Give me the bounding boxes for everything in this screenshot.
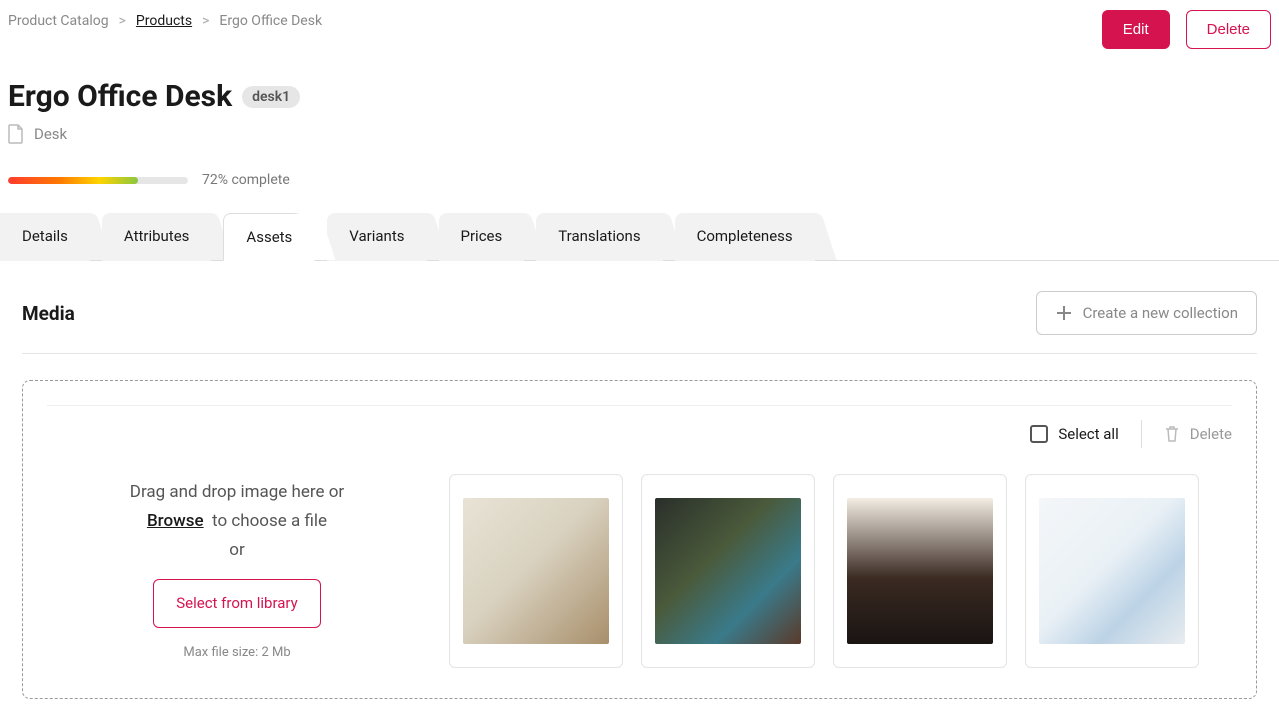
delete-button[interactable]: Delete bbox=[1186, 10, 1271, 49]
media-thumbnail[interactable] bbox=[641, 474, 815, 668]
select-all-toggle[interactable]: Select all bbox=[1030, 425, 1118, 443]
section-title-media: Media bbox=[22, 302, 75, 325]
product-badge: desk1 bbox=[242, 86, 300, 108]
upload-or: or bbox=[67, 536, 407, 565]
create-collection-label: Create a new collection bbox=[1083, 304, 1238, 322]
document-icon bbox=[8, 124, 24, 144]
completeness-label: 72% complete bbox=[202, 172, 290, 188]
media-dropzone[interactable]: Select all Delete bbox=[22, 380, 1257, 699]
tab-completeness[interactable]: Completeness bbox=[675, 213, 815, 261]
upload-hint: Max file size: 2 Mb bbox=[67, 642, 407, 664]
breadcrumb-current: Ergo Office Desk bbox=[219, 13, 322, 29]
tab-attributes[interactable]: Attributes bbox=[102, 213, 212, 261]
plus-icon bbox=[1055, 304, 1073, 322]
select-all-label: Select all bbox=[1058, 425, 1118, 443]
completeness-progress bbox=[8, 177, 188, 184]
tab-details[interactable]: Details bbox=[0, 213, 90, 261]
media-thumbnail[interactable] bbox=[449, 474, 623, 668]
tab-prices[interactable]: Prices bbox=[439, 213, 525, 261]
breadcrumb: Product Catalog > Products > Ergo Office… bbox=[8, 10, 322, 29]
thumbnail-image bbox=[655, 498, 801, 644]
delete-selected-label: Delete bbox=[1190, 425, 1232, 443]
tab-assets[interactable]: Assets bbox=[223, 213, 315, 261]
page-title: Ergo Office Desk bbox=[8, 79, 232, 114]
thumbnail-image bbox=[463, 498, 609, 644]
upload-choose-text: to choose a file bbox=[212, 511, 327, 531]
trash-icon bbox=[1164, 425, 1180, 443]
tab-translations[interactable]: Translations bbox=[536, 213, 662, 261]
upload-drag-text: Drag and drop image here or bbox=[130, 482, 344, 502]
thumbnail-image bbox=[847, 498, 993, 644]
breadcrumb-root[interactable]: Product Catalog bbox=[8, 13, 109, 29]
checkbox-icon bbox=[1030, 425, 1048, 443]
media-thumbnail[interactable] bbox=[1025, 474, 1199, 668]
breadcrumb-products[interactable]: Products bbox=[136, 13, 192, 29]
create-collection-button[interactable]: Create a new collection bbox=[1036, 291, 1257, 335]
media-thumbnail[interactable] bbox=[833, 474, 1007, 668]
select-from-library-button[interactable]: Select from library bbox=[153, 579, 321, 629]
edit-button[interactable]: Edit bbox=[1102, 10, 1170, 49]
tab-variants[interactable]: Variants bbox=[327, 213, 426, 261]
delete-selected-button[interactable]: Delete bbox=[1164, 425, 1232, 443]
upload-panel: Drag and drop image here or Browse to ch… bbox=[47, 468, 427, 674]
divider bbox=[1141, 420, 1142, 448]
thumbnail-image bbox=[1039, 498, 1185, 644]
breadcrumb-separator: > bbox=[202, 13, 209, 29]
product-type: Desk bbox=[34, 125, 67, 143]
breadcrumb-separator: > bbox=[119, 13, 126, 29]
browse-link[interactable]: Browse bbox=[147, 511, 204, 531]
